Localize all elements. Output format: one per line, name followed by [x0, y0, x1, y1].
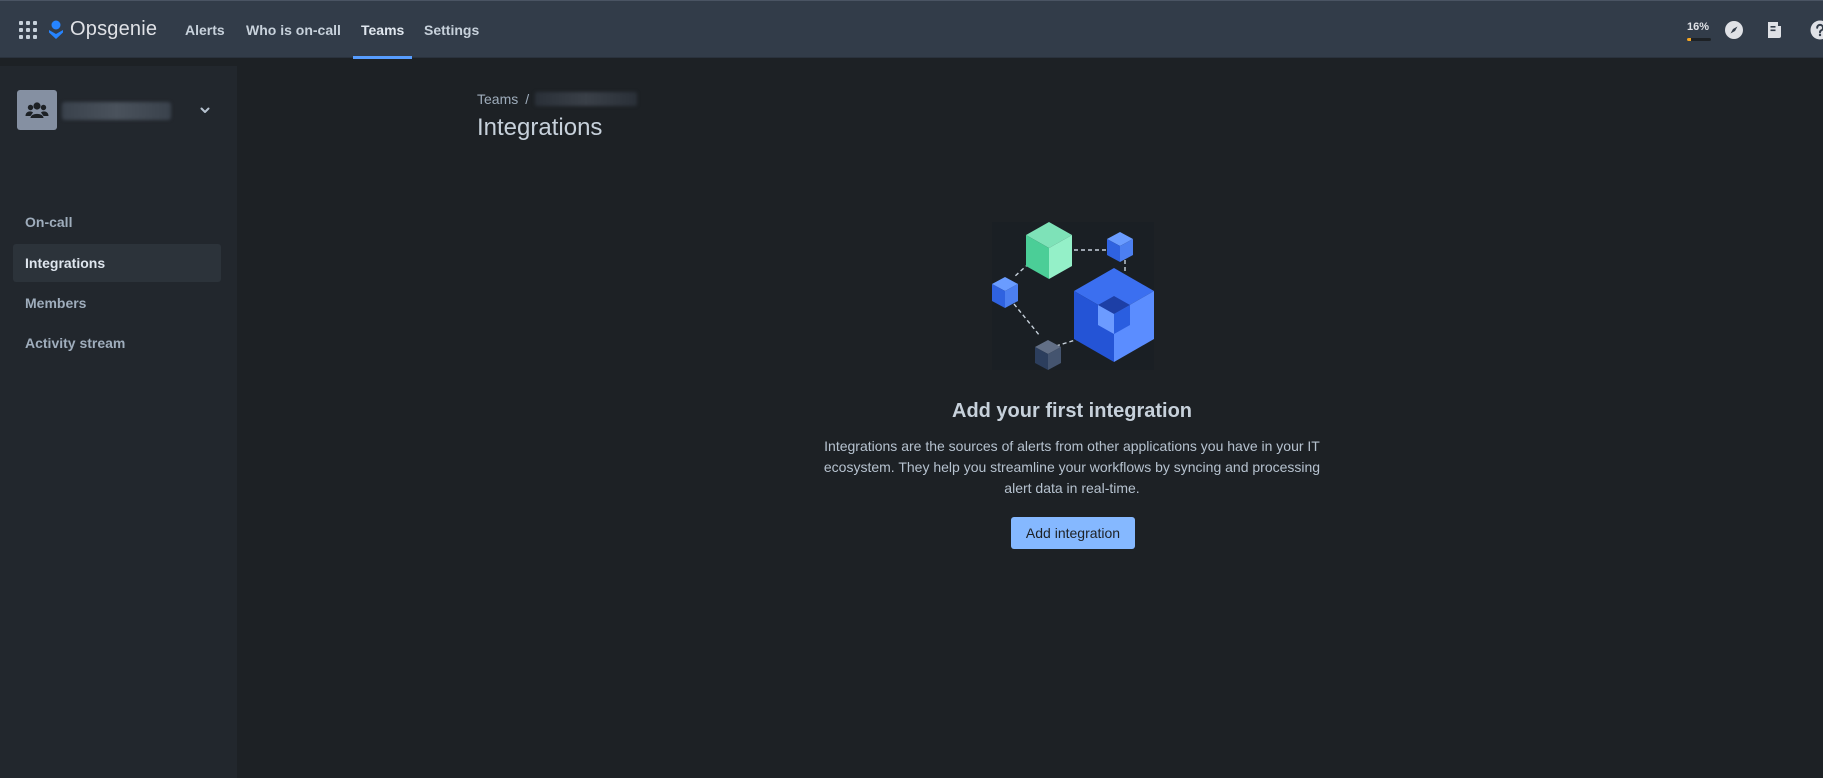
- breadcrumb: Teams /: [477, 91, 638, 107]
- empty-state-description: Integrations are the sources of alerts f…: [823, 438, 1321, 496]
- app-switcher-icon[interactable]: [19, 21, 37, 39]
- chevron-down-icon[interactable]: [198, 103, 212, 117]
- help-icon[interactable]: [1810, 20, 1823, 40]
- nav-settings[interactable]: Settings: [424, 1, 479, 59]
- nav-who-is-on-call[interactable]: Who is on-call: [246, 1, 341, 59]
- page-title: Integrations: [477, 114, 603, 141]
- sidebar-item-members[interactable]: Members: [13, 284, 221, 322]
- usage-progress-bar: [1687, 38, 1711, 41]
- empty-state-title: Add your first integration: [952, 400, 1192, 422]
- app-name: Opsgenie: [70, 18, 158, 40]
- breadcrumb-team-redacted[interactable]: [535, 92, 638, 106]
- sidebar: On-call Integrations Members Activity st…: [0, 66, 237, 778]
- add-integration-button[interactable]: Add integration: [1011, 517, 1135, 549]
- sidebar-item-integrations[interactable]: Integrations: [13, 244, 221, 282]
- sidebar-item-on-call[interactable]: On-call: [13, 203, 221, 241]
- usage-percentage[interactable]: 16%: [1685, 21, 1711, 33]
- breadcrumb-separator: /: [525, 91, 530, 107]
- usage-progress-fill: [1687, 38, 1691, 41]
- breadcrumb-teams-link[interactable]: Teams: [477, 91, 518, 107]
- nav-alerts[interactable]: Alerts: [185, 1, 225, 59]
- integrations-illustration: [992, 222, 1154, 370]
- team-avatar[interactable]: [17, 90, 57, 130]
- top-navigation: Opsgenie Alerts Who is on-call Teams Set…: [0, 0, 1823, 59]
- opsgenie-logo[interactable]: Opsgenie: [48, 18, 157, 41]
- sidebar-item-activity-stream[interactable]: Activity stream: [13, 324, 221, 362]
- notes-icon[interactable]: [1764, 20, 1784, 40]
- opsgenie-logo-icon: [49, 20, 63, 39]
- team-icon: [25, 102, 49, 118]
- team-name-redacted: [62, 102, 171, 120]
- compass-icon[interactable]: [1724, 20, 1744, 40]
- nav-teams[interactable]: Teams: [352, 1, 413, 59]
